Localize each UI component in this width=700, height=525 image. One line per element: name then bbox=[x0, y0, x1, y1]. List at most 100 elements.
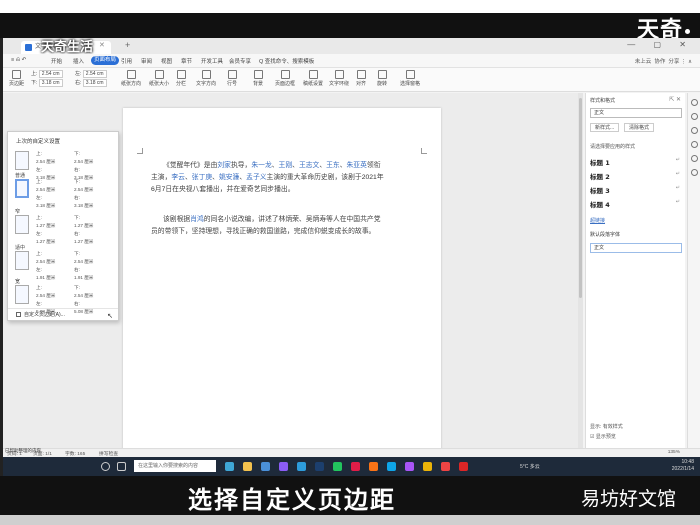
shape-icon[interactable] bbox=[690, 141, 698, 148]
app-icon[interactable] bbox=[441, 462, 450, 471]
margins-button[interactable]: 页边距 bbox=[9, 70, 24, 87]
menu-page-layout[interactable]: 页面布局 bbox=[91, 56, 120, 65]
margin-preset-moderate[interactable]: 适中 上: 2.54 厘米下: 2.54 厘米 左: 1.91 厘米右: 1.9… bbox=[8, 244, 118, 280]
app-icon[interactable] bbox=[387, 462, 396, 471]
app-icon[interactable] bbox=[423, 462, 432, 471]
line-numbers-button[interactable]: 行号 bbox=[227, 70, 237, 87]
pane-close-icon[interactable]: ⇱ ✕ bbox=[669, 96, 681, 103]
style-heading-4[interactable]: 标题 4 ↵ bbox=[590, 199, 682, 209]
task-view-icon[interactable] bbox=[117, 462, 126, 471]
paragraph-mark-icon: ↵ bbox=[675, 199, 680, 205]
command-search[interactable]: Q 查找命令、搜索模板 bbox=[259, 57, 314, 65]
rotate-button[interactable]: 旋转 bbox=[377, 70, 387, 87]
pen-icon[interactable] bbox=[690, 99, 698, 106]
app-icon[interactable] bbox=[369, 462, 378, 471]
document-page[interactable]: 《觉醒年代》是由刘家执导，朱一龙、王刚、王志文、王东、朱亚英领衔主演，李云、张丁… bbox=[123, 108, 441, 458]
styles-pane: 样式和格式 ⇱ ✕ 正文 新样式... 清除格式 请选择要应用的样式 标题 1 ↵… bbox=[585, 93, 685, 448]
store-icon[interactable] bbox=[261, 462, 270, 471]
menu-view[interactable]: 视图 bbox=[161, 57, 172, 65]
margins-dropdown: 上次的自定义设置 上: 2.54 厘米下: 2.54 厘米 左: 3.18 厘米… bbox=[7, 131, 119, 321]
paragraph-1[interactable]: 《觉醒年代》是由刘家执导，朱一龙、王刚、王志文、王东、朱亚英领衔主演，李云、张丁… bbox=[151, 160, 387, 196]
style-heading-1[interactable]: 标题 1 ↵ bbox=[590, 157, 682, 167]
wps-icon[interactable] bbox=[351, 462, 360, 471]
styles-subtitle: 请选择要应用的样式 bbox=[590, 144, 636, 150]
background-button[interactable]: 背景 bbox=[253, 70, 263, 87]
mouse-cursor-icon: ↖ bbox=[107, 313, 113, 320]
paper-size-icon bbox=[154, 70, 164, 79]
columns-button[interactable]: 分栏 bbox=[176, 70, 186, 87]
margin-preset-narrow[interactable]: 窄 上: 1.27 厘米下: 1.27 厘米 左: 1.27 厘米右: 1.27… bbox=[8, 208, 118, 244]
paragraph-2[interactable]: 该剧根据肖鸿的同名小说改编，讲述了林炳荣、吴炳寿等人在中国共产党员的带领下，坚持… bbox=[151, 214, 387, 238]
settings-icon[interactable] bbox=[690, 169, 698, 176]
style-icon[interactable] bbox=[690, 113, 698, 120]
taskbar-search-input[interactable]: 在这里输入你要搜索的内容 bbox=[134, 460, 216, 472]
menu-right-actions[interactable]: 未上云 协作 分享 ⋮ ∧ bbox=[635, 57, 692, 65]
manuscript-icon bbox=[308, 70, 318, 79]
zoom-level[interactable]: 135% bbox=[668, 450, 680, 455]
wps-writer-icon[interactable] bbox=[459, 462, 468, 471]
margin-preset-normal[interactable]: 普通 上: 2.54 厘米下: 2.54 厘米 左: 3.18 厘米右: 3.1… bbox=[8, 172, 118, 208]
line-numbers-icon bbox=[227, 70, 237, 79]
app-icon[interactable] bbox=[405, 462, 414, 471]
overlay-logo: 天奇生活 bbox=[41, 39, 94, 54]
manuscript-button[interactable]: 稿纸设置 bbox=[303, 70, 323, 87]
status-spellcheck[interactable]: 拼写检查 bbox=[99, 450, 118, 457]
style-hyperlink[interactable]: 超链接 bbox=[590, 217, 682, 224]
video-black-bar bbox=[0, 13, 700, 38]
app-icon[interactable] bbox=[279, 462, 288, 471]
paper-size-button[interactable]: 纸张大小 bbox=[149, 70, 169, 87]
photoshop-icon[interactable] bbox=[315, 462, 324, 471]
menu-references[interactable]: 引用 bbox=[121, 57, 132, 65]
window-controls[interactable]: — ▢ ✕ bbox=[627, 40, 694, 49]
style-heading-3[interactable]: 标题 3 ↵ bbox=[590, 185, 682, 195]
select-icon[interactable] bbox=[690, 127, 698, 134]
vertical-scrollbar[interactable] bbox=[578, 93, 583, 448]
left-right-margin-fields: 左: 2.54 cm 右: 3.18 cm bbox=[75, 70, 107, 88]
orientation-button[interactable]: 纸张方向 bbox=[121, 70, 141, 87]
menu-member[interactable]: 会员专享 bbox=[229, 57, 251, 65]
start-icon[interactable] bbox=[101, 462, 110, 471]
style-default-font[interactable]: 默认段落字体 bbox=[590, 231, 682, 238]
show-preview-checkbox[interactable]: ☑ 显示预览 bbox=[590, 433, 616, 440]
menu-home[interactable]: 开始 bbox=[51, 57, 62, 65]
selection-pane-button[interactable]: 选择窗格 bbox=[400, 70, 420, 87]
menu-review[interactable]: 审阅 bbox=[141, 57, 152, 65]
edge-icon[interactable] bbox=[225, 462, 234, 471]
menu-sections[interactable]: 章节 bbox=[181, 57, 192, 65]
text-direction-button[interactable]: 文字方向 bbox=[196, 70, 216, 87]
background-icon bbox=[253, 70, 263, 79]
wechat-icon[interactable] bbox=[333, 462, 342, 471]
share-icon[interactable] bbox=[690, 155, 698, 162]
explorer-icon[interactable] bbox=[243, 462, 252, 471]
style-heading-2[interactable]: 标题 2 ↵ bbox=[590, 171, 682, 181]
right-margin-input[interactable]: 3.18 cm bbox=[82, 79, 107, 87]
margin-corner-mark bbox=[137, 148, 143, 154]
margins-icon bbox=[12, 70, 21, 79]
file-menu-icon[interactable]: ≡ ⎌ ↶ bbox=[11, 57, 26, 64]
preset-values: 上: 2.54 厘米下: 2.54 厘米 左: 3.18 厘米右: 3.18 厘… bbox=[36, 179, 94, 208]
clear-format-button[interactable]: 清除格式 bbox=[624, 123, 655, 132]
current-style-select[interactable]: 正文 bbox=[590, 108, 682, 118]
clock[interactable]: 10:48 2022/1/14 bbox=[672, 459, 694, 473]
status-word-count[interactable]: 字数: 165 bbox=[65, 450, 85, 457]
align-button[interactable]: 对齐 bbox=[356, 70, 366, 87]
new-tab-icon[interactable]: + bbox=[125, 40, 130, 50]
top-margin-input[interactable]: 2.54 cm bbox=[38, 70, 63, 78]
left-margin-input[interactable]: 2.54 cm bbox=[82, 70, 107, 78]
weather-widget[interactable]: 5°C 多云 bbox=[520, 463, 540, 470]
style-normal[interactable]: 正文 bbox=[590, 243, 682, 253]
menu-developer[interactable]: 开发工具 bbox=[201, 57, 223, 65]
margin-preset-wide[interactable]: 宽 上: 2.54 厘米下: 2.54 厘米 左: 5.08 厘米右: 5.08… bbox=[8, 278, 118, 314]
page-border-button[interactable]: 页面边框 bbox=[275, 70, 295, 87]
text-wrap-button[interactable]: 文字环绕 bbox=[329, 70, 349, 87]
chrome-icon[interactable] bbox=[297, 462, 306, 471]
close-tab-icon[interactable]: ✕ bbox=[99, 41, 105, 49]
new-style-button[interactable]: 新样式... bbox=[590, 123, 620, 132]
scrollbar-thumb[interactable] bbox=[579, 98, 582, 298]
menu-insert[interactable]: 插入 bbox=[73, 57, 84, 65]
menu-bar: ≡ ⎌ ↶ 开始 插入 页面布局 引用 审阅 视图 章节 开发工具 会员专享 Q… bbox=[3, 54, 700, 68]
margin-preset-last-custom[interactable]: 上: 2.54 厘米下: 2.54 厘米 左: 3.18 厘米右: 3.18 厘… bbox=[8, 144, 118, 180]
bottom-margin-input[interactable]: 3.18 cm bbox=[38, 79, 63, 87]
custom-margins-item[interactable]: 自定义页边距(A)... ↖ bbox=[8, 308, 118, 320]
show-styles-select[interactable]: 显示: 有效样式 bbox=[590, 423, 623, 430]
